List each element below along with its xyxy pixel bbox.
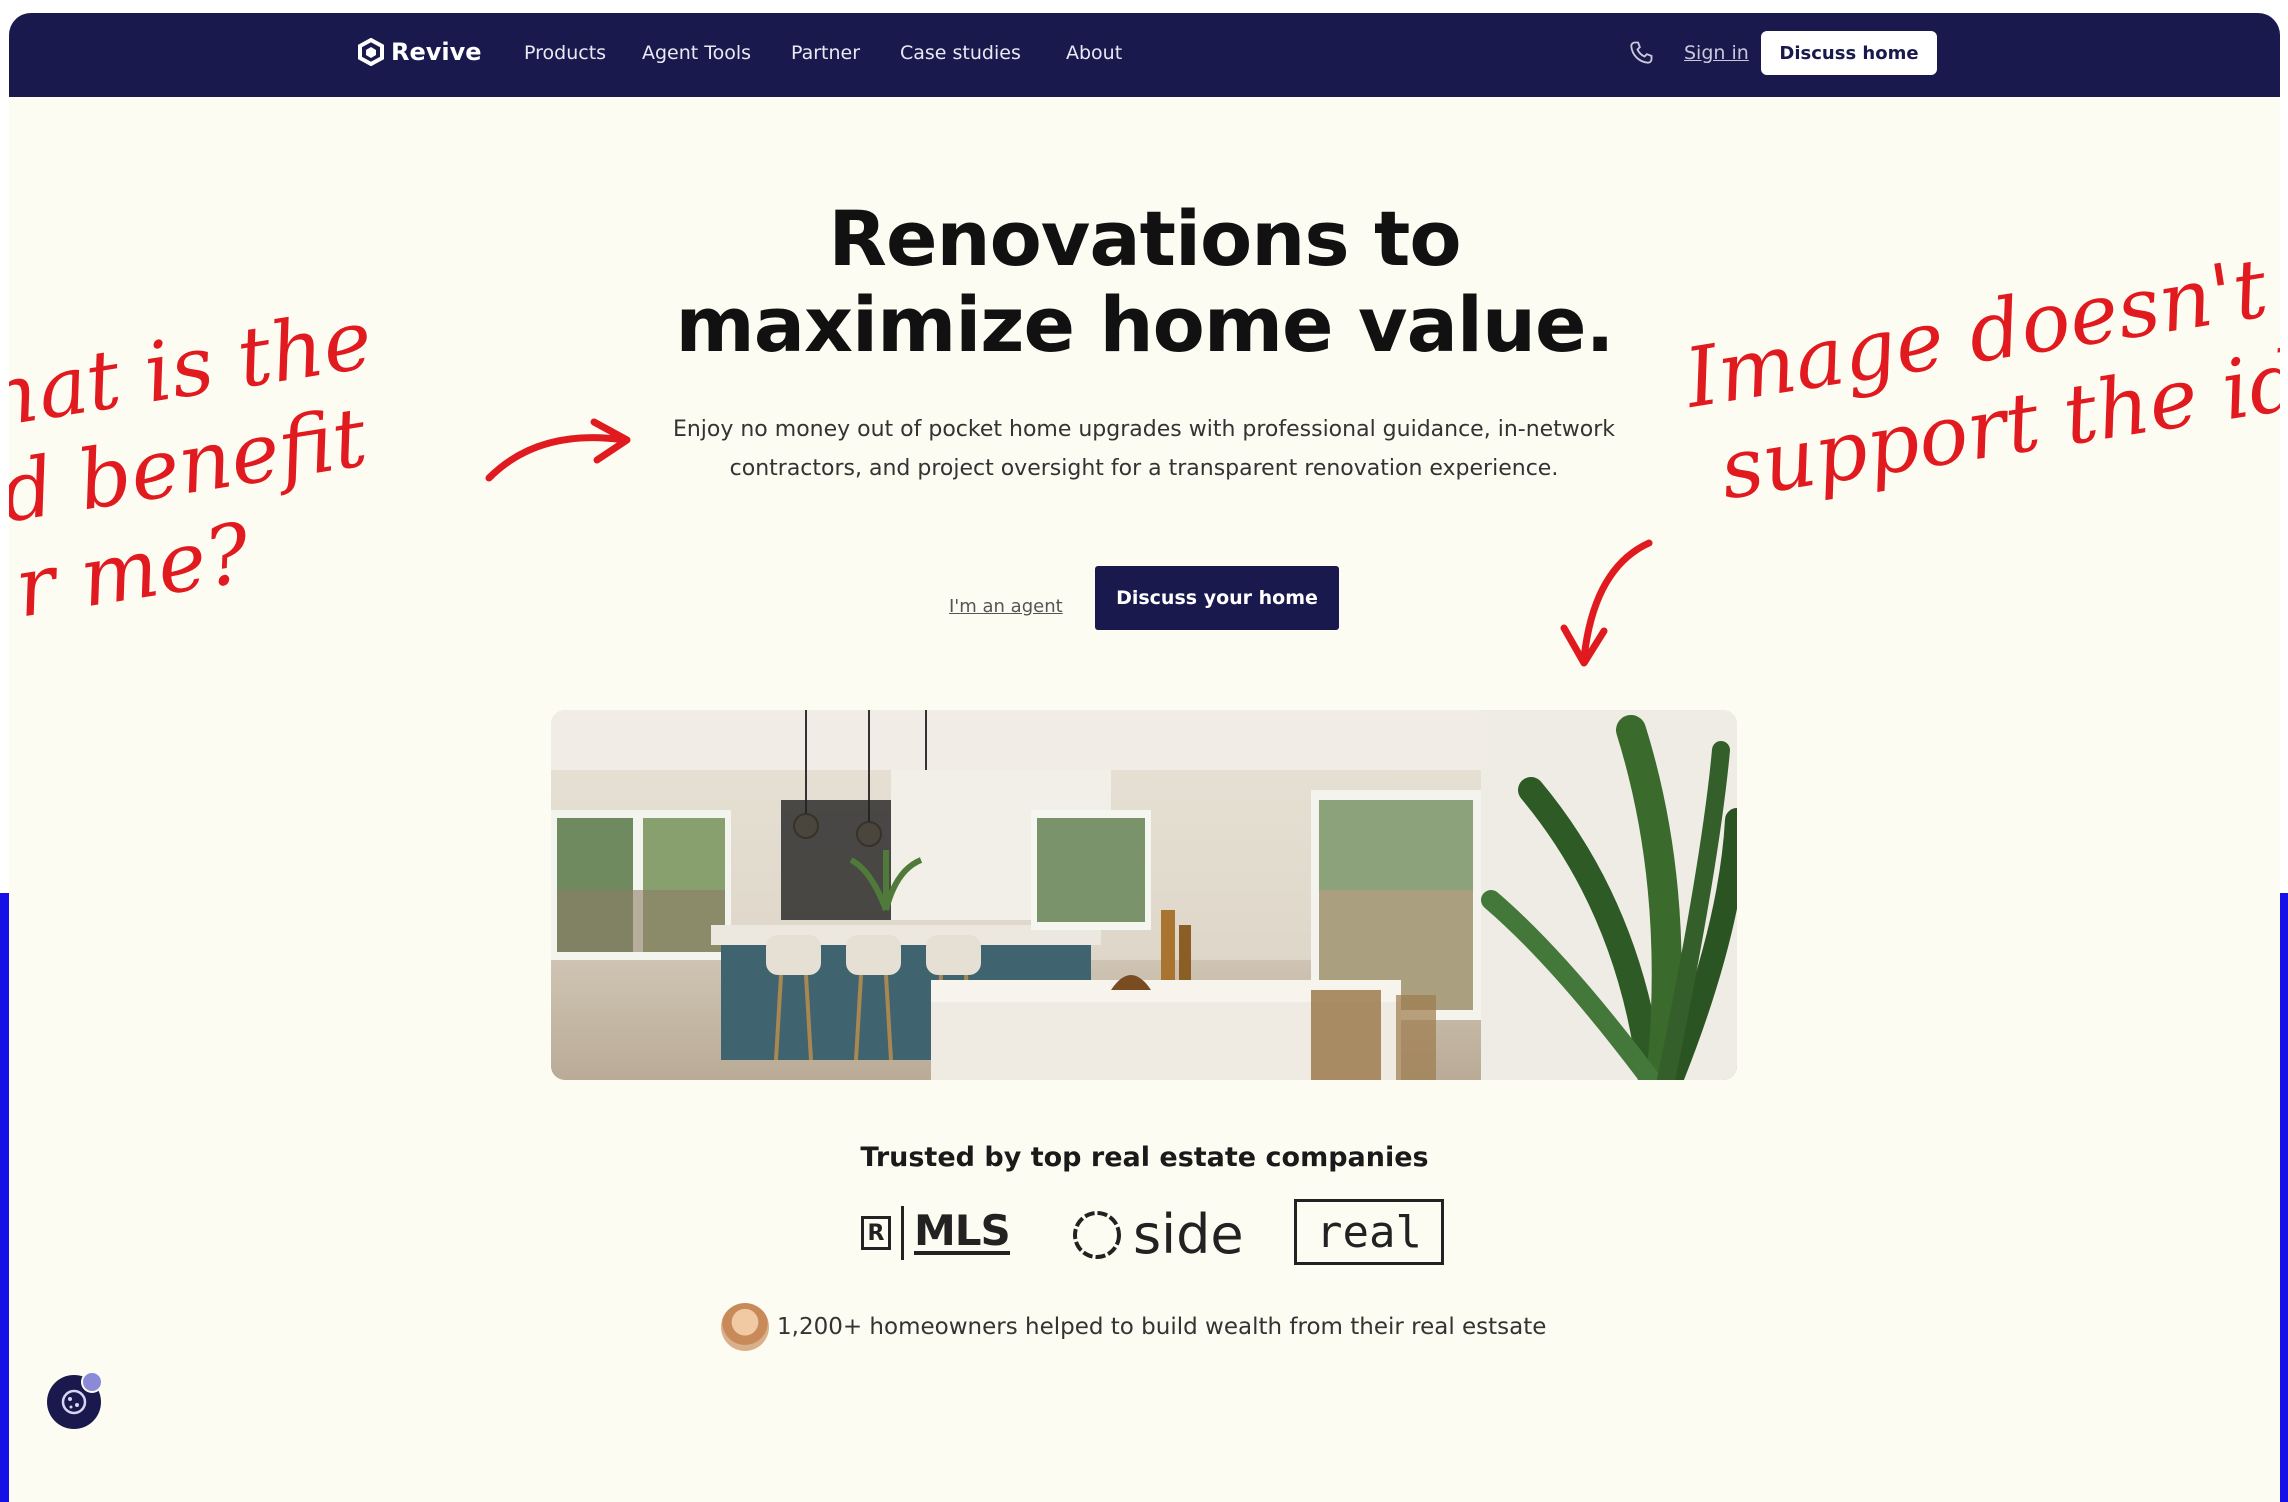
nav-partner[interactable]: Partner [791,42,860,64]
nav-case-studies[interactable]: Case studies [900,42,1021,64]
discuss-your-home-button[interactable]: Discuss your home [1095,566,1339,630]
brand-logo[interactable]: Revive [357,38,482,66]
nav-agent-tools[interactable]: Agent Tools [642,42,751,64]
side-logo-text: side [1133,1203,1244,1266]
annotation-arrow-down-icon [1560,539,1653,667]
cookie-badge [81,1371,103,1393]
sign-in-link[interactable]: Sign in [1684,42,1749,64]
revive-logo-icon [358,38,384,66]
trusted-heading: Trusted by top real estate companies [860,1142,1429,1173]
mls-logo-text: MLS [914,1206,1011,1255]
mls-divider [901,1206,904,1260]
annotation-arrow-right-icon [485,418,631,482]
real-logo: real [1294,1199,1444,1265]
brand-name: Revive [391,38,482,66]
avatar [721,1303,769,1351]
hero-lead: Enjoy no money out of pocket home upgrad… [672,417,1616,481]
discuss-home-button[interactable]: Discuss home [1761,31,1937,75]
real-logo-text: real [1316,1206,1422,1258]
kitchen-hero-image [551,710,1737,1080]
hero-title-line2: maximize home value. [675,280,1615,369]
social-proof: 1,200+ homeowners helped to build wealth… [721,1303,1546,1351]
side-ring-icon [1073,1210,1121,1259]
mls-logo: R MLS [861,1206,1011,1260]
phone-icon[interactable] [1627,39,1655,67]
nav-products[interactable]: Products [524,42,606,64]
realtor-r-icon: R [861,1216,891,1250]
agent-link[interactable]: I'm an agent [949,596,1063,617]
annotation-left: hat is the d benefit r me? [9,292,409,637]
page-window: Revive Products Agent Tools Partner Case… [9,13,2280,1502]
hero-title-line1: Renovations to [828,194,1461,283]
nav-about[interactable]: About [1066,42,1122,64]
social-proof-text: 1,200+ homeowners helped to build wealth… [777,1314,1547,1340]
top-nav: Revive Products Agent Tools Partner Case… [9,13,2280,97]
side-logo: side [1069,1203,1244,1266]
